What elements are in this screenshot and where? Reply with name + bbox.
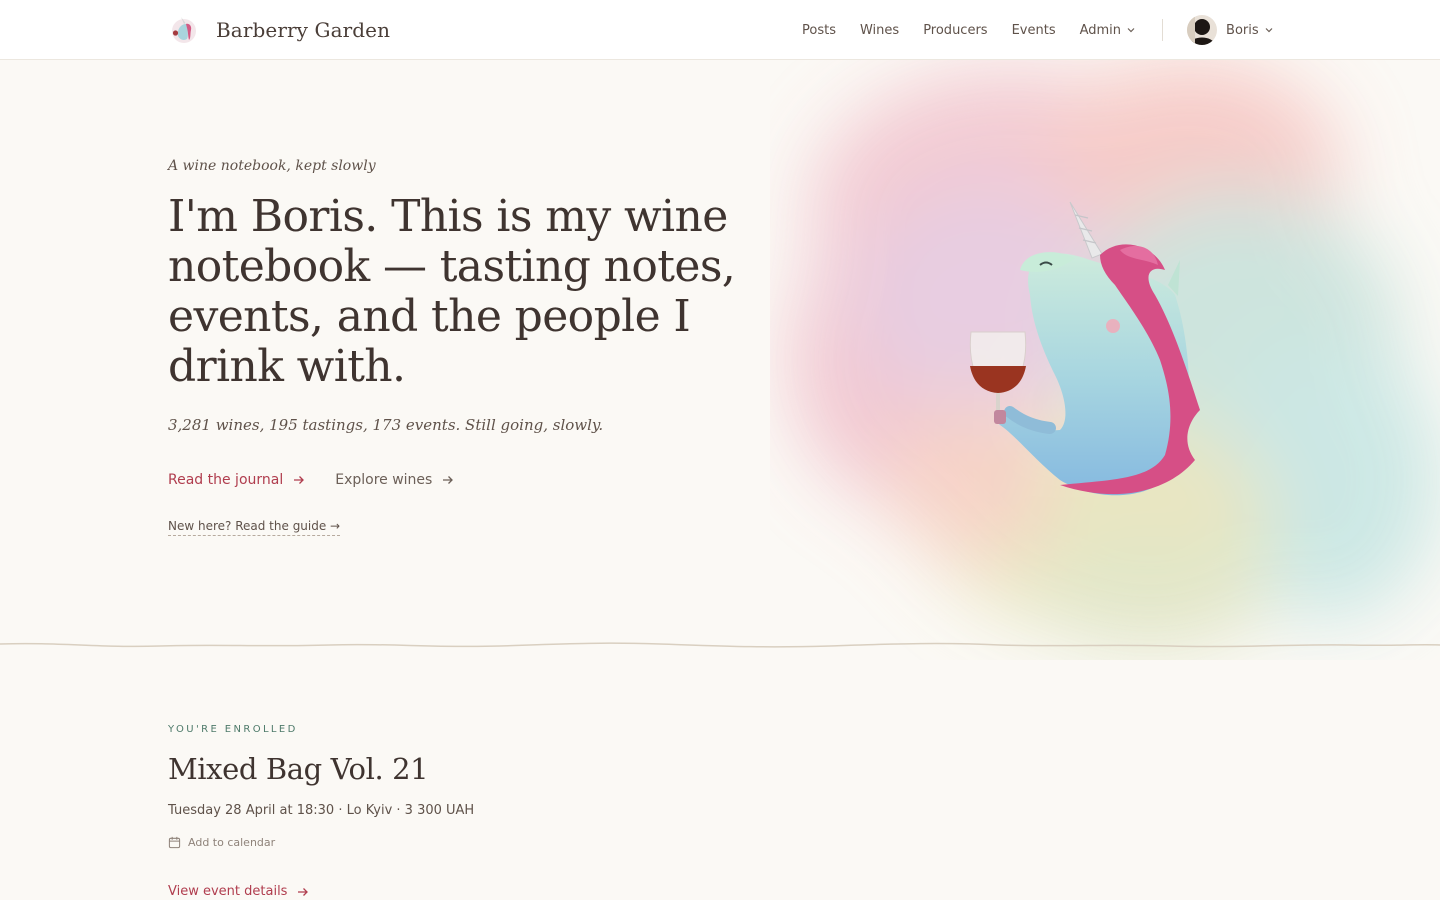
hero-headline: I'm Boris. This is my wine notebook — ta… xyxy=(168,191,736,392)
event-title: Mixed Bag Vol. 21 xyxy=(168,752,429,786)
nav-admin-label: Admin xyxy=(1079,22,1122,38)
view-event-details-label: View event details xyxy=(168,884,288,899)
nav-posts[interactable]: Posts xyxy=(802,23,836,38)
user-menu[interactable]: Boris xyxy=(1187,15,1274,45)
nav-divider xyxy=(1162,19,1164,41)
arrow-right-icon xyxy=(443,476,454,484)
top-navbar: Barberry Garden Posts Wines Producers Ev… xyxy=(0,0,1440,60)
brand-name: Barberry Garden xyxy=(216,18,391,42)
hero-cta-row: Read the journal Explore wines xyxy=(168,472,454,488)
arrow-right-icon xyxy=(294,476,305,484)
main-nav: Posts Wines Producers Events Admin Boris xyxy=(790,0,1274,60)
nav-admin-dropdown[interactable]: Admin xyxy=(1080,23,1136,38)
hero-eyebrow: A wine notebook, kept slowly xyxy=(168,158,376,174)
chevron-down-icon xyxy=(1265,28,1273,33)
hero-stats: 3,281 wines, 195 tastings, 173 events. S… xyxy=(168,416,604,434)
event-meta: Tuesday 28 April at 18:30 · Lo Kyiv · 3 … xyxy=(168,803,475,818)
add-to-calendar-button[interactable]: Add to calendar xyxy=(168,836,275,849)
view-event-details-link[interactable]: View event details xyxy=(168,884,309,899)
unicorn-wine-illustration xyxy=(790,60,1440,650)
explore-wines-label: Explore wines xyxy=(335,472,433,488)
user-name: Boris xyxy=(1226,22,1259,38)
guide-link[interactable]: New here? Read the guide → xyxy=(168,519,341,536)
brand-home-link[interactable]: Barberry Garden xyxy=(168,14,390,46)
chevron-down-icon xyxy=(1127,28,1135,33)
nav-events[interactable]: Events xyxy=(1012,23,1056,38)
nav-wines[interactable]: Wines xyxy=(860,23,899,38)
avatar xyxy=(1187,15,1218,45)
arrow-right-icon xyxy=(298,887,309,896)
nav-producers[interactable]: Producers xyxy=(923,23,987,38)
add-to-calendar-label: Add to calendar xyxy=(188,836,276,849)
section-divider xyxy=(0,642,1440,648)
calendar-icon xyxy=(168,836,181,849)
read-journal-label: Read the journal xyxy=(168,472,284,488)
read-journal-link[interactable]: Read the journal xyxy=(168,472,305,488)
explore-wines-link[interactable]: Explore wines xyxy=(335,472,454,488)
enrolled-label: YOU'RE ENROLLED xyxy=(168,724,298,735)
unicorn-logo-icon xyxy=(172,17,196,43)
